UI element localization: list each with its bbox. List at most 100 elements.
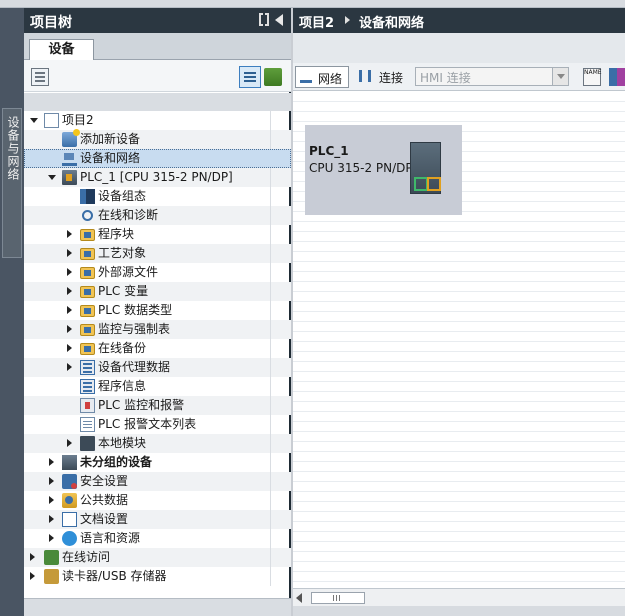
tree-row-languages-resources[interactable]: 语言和资源 — [24, 529, 291, 548]
tree-row-ungrouped-devices[interactable]: 未分组的设备 — [24, 453, 291, 472]
tree-gutter — [270, 320, 291, 339]
tree-row-program-blocks[interactable]: 程序块 — [24, 225, 291, 244]
expand-closed-icon[interactable] — [67, 268, 72, 276]
expand-closed-icon[interactable] — [49, 458, 54, 466]
tree-row-plc-tags[interactable]: PLC 变量 — [24, 282, 291, 301]
diagnostics-icon — [82, 210, 93, 221]
network-mode-button[interactable]: 网络 — [295, 66, 349, 88]
scroll-left-icon[interactable] — [296, 593, 302, 603]
tree-row-common-data[interactable]: 公共数据 — [24, 491, 291, 510]
connection-icon — [359, 70, 371, 82]
chevron-down-icon[interactable] — [552, 68, 568, 85]
expand-closed-icon[interactable] — [67, 249, 72, 257]
tree-row-plc-supervision-alarms[interactable]: PLC 监控和报警 — [24, 396, 291, 415]
expand-closed-icon[interactable] — [67, 363, 72, 371]
tree-gutter — [270, 396, 291, 415]
tree-label: 程序信息 — [98, 379, 147, 393]
pin-icon[interactable] — [259, 13, 269, 26]
tree-label: 项目2 — [62, 113, 94, 127]
expand-closed-icon[interactable] — [67, 230, 72, 238]
tree-row-card-reader[interactable]: 读卡器/USB 存储器 — [24, 567, 291, 586]
tree-row-add-device[interactable]: 添加新设备 — [24, 129, 291, 149]
expand-closed-icon[interactable] — [30, 553, 35, 561]
scroll-thumb[interactable] — [311, 592, 365, 604]
network-mode-label: 网络 — [318, 72, 343, 86]
tree-row-devices-networks[interactable]: 设备和网络 — [24, 149, 291, 168]
tree-row-online-access[interactable]: 在线访问 — [24, 548, 291, 567]
horizontal-scrollbar[interactable] — [293, 588, 625, 606]
expand-closed-icon[interactable] — [67, 344, 72, 352]
security-icon — [62, 474, 77, 489]
expand-closed-icon[interactable] — [67, 287, 72, 295]
tree-row-plc-alarm-text-lists[interactable]: PLC 报警文本列表 — [24, 415, 291, 434]
tree-column-header — [24, 93, 291, 111]
tree-gutter — [270, 453, 291, 472]
tree-row-online-diagnostics[interactable]: 在线和诊断 — [24, 206, 291, 225]
network-icon — [300, 71, 312, 83]
tree-row-online-backups[interactable]: 在线备份 — [24, 339, 291, 358]
project-tree-tabbar: 设备 — [24, 33, 291, 61]
tree-row-external-sources[interactable]: 外部源文件 — [24, 263, 291, 282]
tree-gutter — [270, 111, 291, 130]
tree-row-device-proxy-data[interactable]: 设备代理数据 — [24, 358, 291, 377]
plc-icon — [62, 170, 77, 185]
expand-closed-icon[interactable] — [67, 439, 72, 447]
tree-label: 在线访问 — [62, 550, 111, 564]
devices-networks-editor: 项目2 设备和网络 网络 连接 HMI 连接 NAME PLC_1 CPU 31… — [293, 8, 625, 616]
tree-label: 设备和网络 — [80, 151, 141, 165]
show-names-icon[interactable]: NAME — [583, 68, 602, 86]
tree-row-technology-objects[interactable]: 工艺对象 — [24, 244, 291, 263]
plc-device-box[interactable]: PLC_1 CPU 315-2 PN/DP — [305, 125, 462, 215]
network-overview-icon[interactable] — [609, 68, 625, 86]
ungrouped-devices-icon — [62, 455, 77, 470]
network-view-icon[interactable] — [264, 68, 282, 86]
connection-type-value: HMI 连接 — [420, 71, 471, 85]
editor-header: 项目2 设备和网络 — [293, 8, 625, 33]
expand-closed-icon[interactable] — [30, 572, 35, 580]
tree-row-local-modules[interactable]: 本地模块 — [24, 434, 291, 453]
editor-footer — [293, 606, 625, 616]
tree-label: 设备代理数据 — [98, 360, 171, 374]
collapse-left-icon[interactable] — [275, 14, 283, 26]
tree-row-plc-data-types[interactable]: PLC 数据类型 — [24, 301, 291, 320]
documentation-icon — [62, 512, 77, 527]
tree-label: 在线和诊断 — [98, 208, 159, 222]
expand-open-icon[interactable] — [48, 175, 56, 180]
tree-row-device-config[interactable]: 设备组态 — [24, 187, 291, 206]
expand-closed-icon[interactable] — [67, 306, 72, 314]
connection-type-select[interactable]: HMI 连接 — [415, 67, 569, 86]
tree-label: 文档设置 — [80, 512, 129, 526]
expand-closed-icon[interactable] — [49, 534, 54, 542]
tree-label: 读卡器/USB 存储器 — [62, 569, 167, 583]
tree-row-plc[interactable]: PLC_1 [CPU 315-2 PN/DP] — [24, 168, 291, 187]
project-tree-title: 项目树 — [30, 15, 72, 31]
tree-label: 未分组的设备 — [80, 455, 153, 469]
tree-row-program-info[interactable]: 程序信息 — [24, 377, 291, 396]
breadcrumb-project[interactable]: 项目2 — [299, 12, 334, 31]
overview-icon[interactable] — [239, 66, 261, 88]
project-icon — [44, 113, 59, 128]
expand-closed-icon[interactable] — [67, 325, 72, 333]
program-info-icon — [80, 379, 95, 394]
expand-closed-icon[interactable] — [49, 496, 54, 504]
tab-devices[interactable]: 设备 — [29, 39, 94, 61]
globe-icon — [62, 531, 77, 546]
tree-label: 工艺对象 — [98, 246, 147, 260]
tree-row-project[interactable]: 项目2 — [24, 111, 291, 130]
tree-label: 公共数据 — [80, 493, 129, 507]
top-menu-strip — [0, 0, 625, 8]
expand-closed-icon[interactable] — [49, 477, 54, 485]
expand-closed-icon[interactable] — [49, 515, 54, 523]
folder-icon — [80, 248, 95, 260]
tree-label: PLC_1 [CPU 315-2 PN/DP] — [80, 170, 233, 184]
properties-icon[interactable] — [31, 68, 49, 86]
tree-row-security-settings[interactable]: 安全设置 — [24, 472, 291, 491]
network-icon — [62, 151, 77, 166]
connections-mode-button[interactable]: 连接 — [357, 66, 409, 88]
tree-row-documentation-settings[interactable]: 文档设置 — [24, 510, 291, 529]
expand-open-icon[interactable] — [30, 118, 38, 123]
text-list-icon — [80, 417, 95, 432]
tree-row-watch-force-tables[interactable]: 监控与强制表 — [24, 320, 291, 339]
network-canvas[interactable]: PLC_1 CPU 315-2 PN/DP — [293, 92, 625, 592]
connections-mode-label: 连接 — [379, 71, 404, 85]
